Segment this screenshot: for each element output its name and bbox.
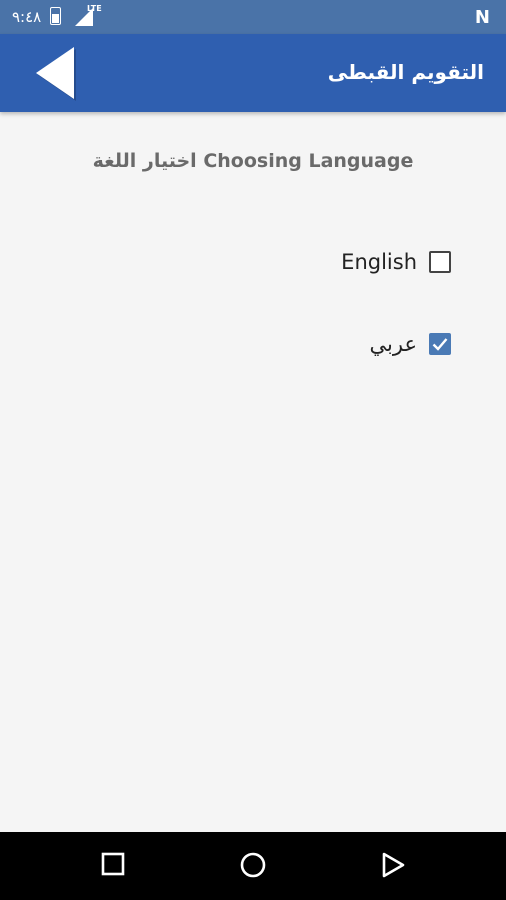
square-recents-icon [101, 852, 125, 876]
home-button[interactable] [240, 852, 266, 882]
back-button[interactable] [28, 44, 88, 102]
arabic-checkbox[interactable] [429, 333, 451, 355]
recents-button[interactable] [101, 852, 125, 880]
page-title: اختيار اللغة Choosing Language [92, 150, 414, 172]
triangle-back-icon [382, 852, 405, 878]
status-bar: ٩:٤٨ LTE N [0, 0, 506, 34]
status-time: ٩:٤٨ [12, 8, 42, 26]
language-label-arabic: عربي [369, 332, 417, 356]
language-option-arabic[interactable]: عربي [370, 332, 451, 356]
network-type-label: LTE [87, 4, 102, 13]
battery-icon [50, 7, 61, 25]
system-nav-bar [0, 832, 506, 900]
back-arrow-icon [36, 47, 76, 101]
app-bar: التقويم القبطى [0, 34, 506, 112]
notification-n-icon: N [474, 7, 490, 28]
circle-home-icon [240, 852, 266, 878]
english-checkbox[interactable] [429, 251, 451, 273]
status-icons: LTE [50, 4, 102, 26]
app-title: التقويم القبطى [327, 60, 484, 84]
language-option-english[interactable]: English [341, 250, 451, 274]
signal-icon: LTE [75, 4, 102, 26]
checkmark-icon [432, 338, 448, 351]
language-label-english: English [341, 250, 417, 274]
nav-back-button[interactable] [380, 852, 406, 882]
